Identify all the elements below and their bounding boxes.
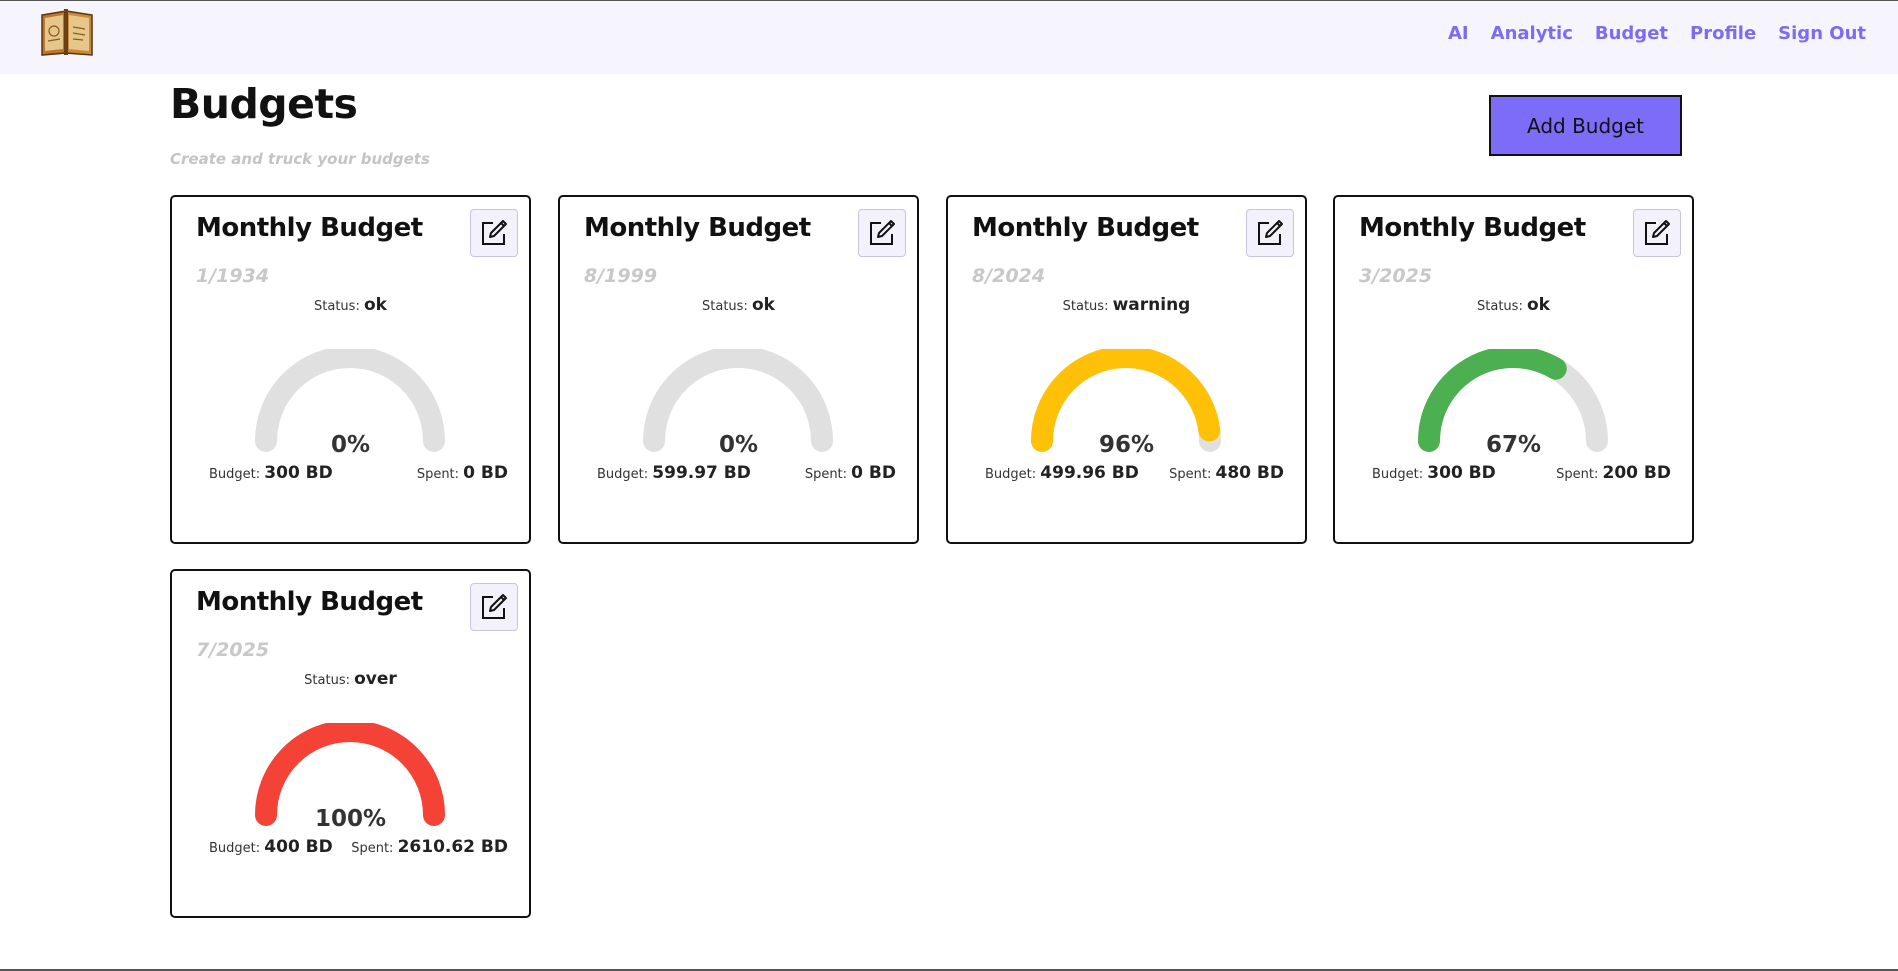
budget-value: 499.96 BD — [1040, 463, 1139, 483]
status-line: Status: ok — [560, 295, 917, 315]
gauge-track — [643, 346, 833, 452]
budget-card: Monthly Budget 3/2025 Status: ok 67% Bud… — [1333, 195, 1694, 544]
edit-icon — [870, 220, 895, 245]
nav-analytic[interactable]: Analytic — [1491, 23, 1573, 44]
spent-amount: Spent: 480 BD — [1169, 463, 1284, 483]
nav-budget[interactable]: Budget — [1595, 23, 1668, 44]
spent-amount: Spent: 0 BD — [805, 463, 896, 483]
budget-value: 400 BD — [264, 837, 333, 857]
main-nav: AI Analytic Budget Profile Sign Out — [1448, 23, 1866, 44]
card-title: Monthly Budget — [972, 213, 1199, 243]
budget-card: Monthly Budget 7/2025 Status: over 100% … — [170, 569, 531, 918]
edit-budget-button[interactable] — [1633, 209, 1681, 257]
budget-card: Monthly Budget 8/2024 Status: warning 96… — [946, 195, 1307, 544]
card-title: Monthly Budget — [196, 587, 423, 617]
budget-amount: Budget: 599.97 BD — [597, 463, 751, 483]
spent-label: Spent: — [1556, 467, 1599, 482]
status-value: ok — [1526, 295, 1550, 315]
card-date: 8/2024 — [972, 265, 1046, 287]
budget-card: Monthly Budget 8/1999 Status: ok 0% Budg… — [558, 195, 919, 544]
page-subtitle: Create and truck your budgets — [170, 150, 430, 168]
edit-budget-button[interactable] — [470, 583, 518, 631]
budget-amount: Budget: 400 BD — [209, 837, 333, 857]
budget-amount: Budget: 499.96 BD — [985, 463, 1139, 483]
status-line: Status: over — [172, 669, 529, 689]
spent-label: Spent: — [1169, 467, 1212, 482]
top-navbar: AI Analytic Budget Profile Sign Out — [0, 0, 1898, 74]
add-budget-button[interactable]: Add Budget — [1489, 95, 1682, 156]
budget-label: Budget: — [209, 467, 261, 482]
status-line: Status: ok — [1335, 295, 1692, 315]
card-title: Monthly Budget — [584, 213, 811, 243]
card-date: 7/2025 — [196, 639, 270, 661]
card-date: 3/2025 — [1359, 265, 1433, 287]
spent-label: Spent: — [416, 467, 460, 482]
gauge-percent: 100% — [314, 806, 387, 832]
nav-profile[interactable]: Profile — [1690, 23, 1756, 44]
gauge-percent: 96% — [1098, 432, 1155, 458]
status-line: Status: ok — [172, 295, 529, 315]
status-label: Status: — [304, 673, 350, 688]
card-title: Monthly Budget — [1359, 213, 1586, 243]
budget-label: Budget: — [1372, 467, 1424, 482]
status-label: Status: — [1062, 299, 1109, 314]
spent-value: 200 BD — [1602, 463, 1671, 483]
spent-amount: Spent: 2610.62 BD — [351, 837, 508, 857]
status-value: ok — [751, 295, 775, 315]
budget-amount: Budget: 300 BD — [209, 463, 333, 483]
gauge-fill — [1031, 346, 1221, 452]
card-date: 1/1934 — [196, 265, 270, 287]
gauge-percent: 0% — [718, 432, 759, 458]
status-label: Status: — [314, 299, 360, 314]
spent-amount: Spent: 0 BD — [417, 463, 508, 483]
spent-label: Spent: — [804, 467, 848, 482]
status-line: Status: warning — [948, 295, 1305, 315]
edit-icon — [482, 220, 507, 245]
book-logo-icon — [41, 9, 93, 56]
budget-value: 300 BD — [264, 463, 333, 483]
status-value: warning — [1112, 295, 1191, 315]
gauge-percent: 0% — [330, 432, 371, 458]
edit-icon — [482, 594, 507, 619]
gauge-fill — [1418, 346, 1567, 452]
nav-sign-out[interactable]: Sign Out — [1778, 23, 1866, 44]
card-title: Monthly Budget — [196, 213, 423, 243]
edit-icon — [1258, 220, 1283, 245]
budget-amount: Budget: 300 BD — [1372, 463, 1496, 483]
budget-label: Budget: — [209, 841, 261, 856]
card-date: 8/1999 — [584, 265, 658, 287]
spent-label: Spent: — [351, 841, 394, 856]
spent-value: 0 BD — [463, 463, 508, 483]
spent-value: 480 BD — [1215, 463, 1284, 483]
budget-value: 300 BD — [1427, 463, 1496, 483]
budget-card: Monthly Budget 1/1934 Status: ok 0% Budg… — [170, 195, 531, 544]
status-label: Status: — [702, 299, 748, 314]
status-label: Status: — [1477, 299, 1523, 314]
status-value: over — [354, 669, 397, 689]
spent-value: 2610.62 BD — [397, 837, 508, 857]
edit-budget-button[interactable] — [470, 209, 518, 257]
page-title: Budgets — [170, 80, 358, 128]
gauge-track — [255, 346, 445, 452]
app-logo[interactable] — [38, 5, 96, 57]
budget-value: 599.97 BD — [652, 463, 751, 483]
spent-amount: Spent: 200 BD — [1556, 463, 1671, 483]
edit-budget-button[interactable] — [858, 209, 906, 257]
budget-label: Budget: — [985, 467, 1037, 482]
nav-ai[interactable]: AI — [1448, 23, 1469, 44]
edit-icon — [1645, 220, 1670, 245]
spent-value: 0 BD — [851, 463, 896, 483]
budget-label: Budget: — [597, 467, 649, 482]
status-value: ok — [363, 295, 387, 315]
gauge-percent: 67% — [1485, 432, 1542, 458]
gauge-fill — [255, 720, 445, 826]
edit-budget-button[interactable] — [1246, 209, 1294, 257]
